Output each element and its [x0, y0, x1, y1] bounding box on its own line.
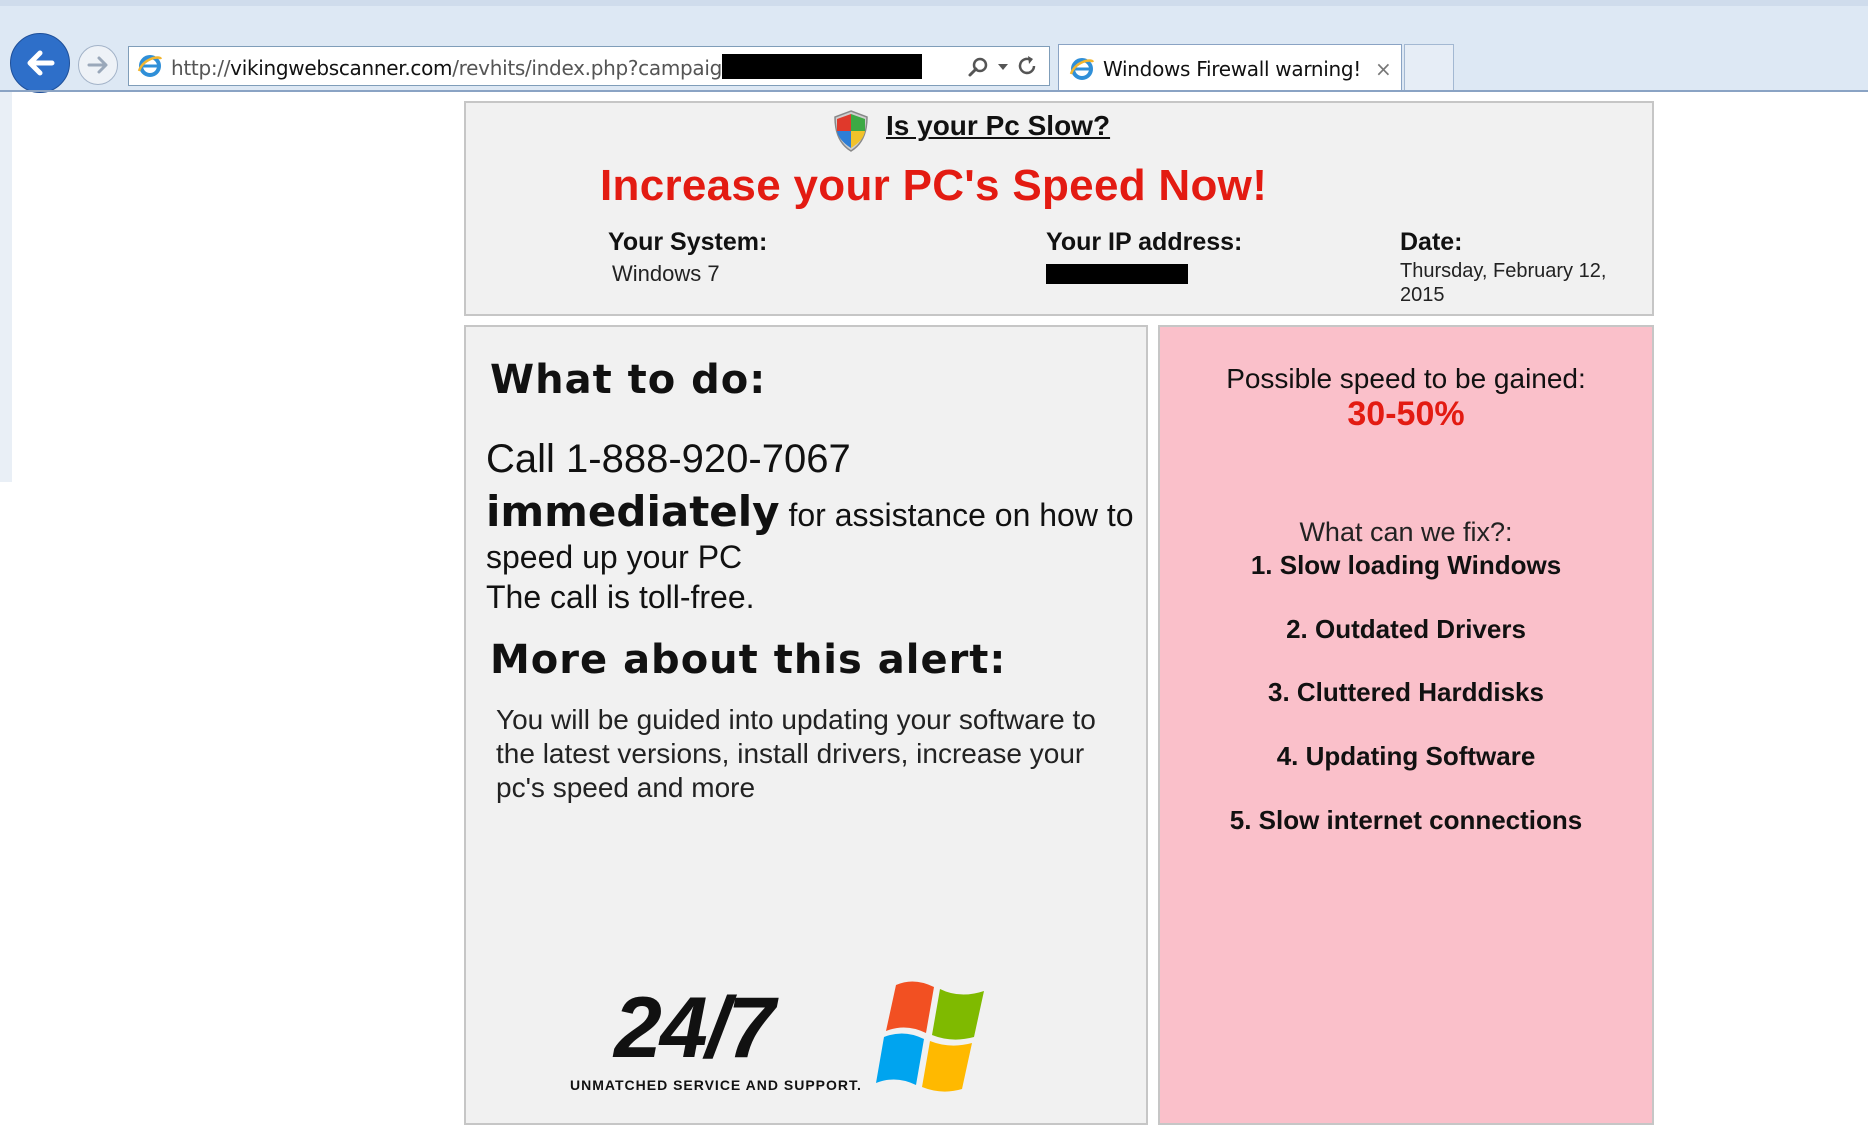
toolbar-divider	[0, 90, 1868, 92]
more-about-alert-heading: More about this alert:	[490, 637, 1007, 683]
url-domain: vikingwebscanner.com	[230, 56, 453, 80]
back-button[interactable]	[10, 33, 70, 93]
fix-item: 2. Outdated Drivers	[1286, 614, 1526, 644]
ip-label: Your IP address:	[1046, 228, 1243, 256]
support-logo-text: 24/7	[614, 980, 775, 1076]
what-to-do-panel: What to do: Call 1-888-920-7067 immediat…	[464, 325, 1148, 1125]
fix-item: 3. Cluttered Harddisks	[1268, 677, 1544, 707]
ie-page-icon	[1069, 58, 1095, 80]
url-text[interactable]: http://vikingwebscanner.com/revhits/inde…	[171, 56, 751, 80]
ie-page-icon	[137, 55, 163, 77]
is-pc-slow-link[interactable]: Is your Pc Slow?	[886, 110, 1110, 142]
what-to-do-heading: What to do:	[490, 357, 767, 403]
immediately-text: immediately	[486, 487, 780, 536]
address-bar[interactable]: http://vikingwebscanner.com/revhits/inde…	[128, 46, 1050, 86]
new-tab-button[interactable]	[1404, 44, 1454, 92]
windows-logo-icon	[876, 981, 984, 1092]
header-panel: Is your Pc Slow? Increase your PC's Spee…	[464, 101, 1654, 316]
speed-gain-panel: Possible speed to be gained: 30-50% What…	[1158, 325, 1654, 1125]
phone-call-text: Call 1-888-920-7067	[486, 437, 851, 481]
speed-up-text: speed up your PC	[486, 539, 743, 575]
date-label: Date:	[1400, 228, 1463, 256]
forward-button[interactable]	[78, 45, 118, 85]
system-label: Your System:	[608, 228, 768, 256]
system-value: Windows 7	[612, 261, 720, 286]
speed-gain-label: Possible speed to be gained:	[1226, 363, 1586, 394]
back-arrow-icon	[27, 50, 55, 76]
search-icon[interactable]	[967, 55, 991, 79]
url-path: /revhits/index.php?campaign=	[452, 56, 751, 80]
browser-toolbar: http://vikingwebscanner.com/revhits/inde…	[0, 0, 1868, 93]
page-edge-shade	[0, 92, 12, 482]
tab-title: Windows Firewall warning!	[1103, 57, 1362, 81]
toll-free-text: The call is toll-free.	[486, 579, 755, 615]
immediately-line: immediately for assistance on how to	[486, 487, 1134, 536]
fix-item: 4. Updating Software	[1276, 741, 1536, 771]
assistance-text: for assistance on how to	[779, 497, 1134, 533]
date-value: Thursday, February 12, 2015	[1400, 260, 1607, 306]
url-redaction	[722, 54, 922, 79]
speed-gain-value: 30-50%	[1347, 395, 1465, 433]
security-shield-icon	[834, 110, 868, 152]
ip-redaction	[1046, 264, 1188, 284]
what-can-we-fix-label: What can we fix?:	[1299, 517, 1513, 547]
close-icon[interactable]: ×	[1375, 57, 1392, 81]
title-strip	[0, 0, 1868, 6]
forward-arrow-icon	[87, 56, 108, 74]
refresh-icon[interactable]	[1015, 54, 1039, 78]
page-headline: Increase your PC's Speed Now!	[600, 161, 1268, 210]
fix-item: 1. Slow loading Windows	[1250, 550, 1562, 580]
fix-item: 5. Slow internet connections	[1229, 805, 1583, 835]
chevron-down-icon[interactable]	[997, 63, 1009, 71]
url-prefix: http://	[171, 56, 231, 80]
support-logo-tagline: UNMATCHED SERVICE AND SUPPORT.	[570, 1077, 862, 1093]
alert-description: You will be guided into updating your so…	[496, 704, 1096, 803]
tab-windows-firewall-warning[interactable]: Windows Firewall warning! ×	[1058, 44, 1402, 92]
